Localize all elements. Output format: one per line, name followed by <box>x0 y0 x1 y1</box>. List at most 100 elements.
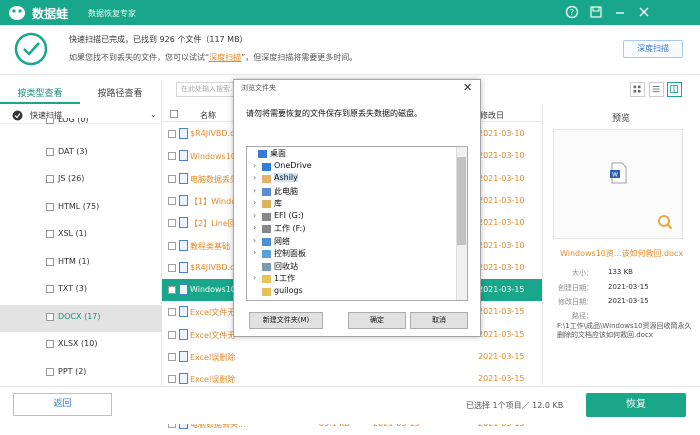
folder-tree-item[interactable]: › 工作 (F:) <box>249 223 454 235</box>
checkbox[interactable] <box>46 285 54 293</box>
checkbox[interactable] <box>46 367 54 376</box>
folder-tree-item[interactable]: 桌面 <box>249 148 454 160</box>
checkbox[interactable] <box>46 257 54 266</box>
expand-arrow-icon[interactable]: › <box>253 273 256 282</box>
detail-view-icon[interactable] <box>667 82 682 97</box>
select-all-checkbox[interactable] <box>170 110 178 118</box>
ok-button[interactable]: 确定 <box>348 312 406 329</box>
expand-arrow-icon[interactable]: › <box>253 186 256 195</box>
expand-arrow-icon[interactable]: › <box>253 198 256 207</box>
file-icon <box>179 194 188 206</box>
file-type-item[interactable]: PPT (2) <box>0 360 161 387</box>
file-icon <box>179 239 188 251</box>
recover-button[interactable]: 恢复 <box>586 393 686 417</box>
file-icon <box>179 150 188 162</box>
folder-label: 控制面板 <box>274 249 306 258</box>
file-type-item[interactable]: HTM (1) <box>0 250 161 277</box>
file-icon <box>179 217 188 229</box>
folder-label: 1工作 <box>274 274 296 283</box>
file-type-label: HTML (75) <box>58 201 100 211</box>
grid-view-icon[interactable] <box>630 82 645 97</box>
scan-result-text: 快速扫描已完成，已找到 926 个文件（117 MB） <box>69 35 248 44</box>
file-name: 电脑数据丢失 <box>190 174 238 184</box>
new-folder-button[interactable]: 新建文件夹(M) <box>249 312 323 329</box>
expand-arrow-icon[interactable]: › <box>253 211 256 220</box>
expand-arrow-icon[interactable]: › <box>253 248 256 257</box>
folder-tree-item[interactable]: › EFI (G:) <box>249 211 454 223</box>
checkbox[interactable] <box>46 202 54 211</box>
scrollbar-thumb[interactable] <box>457 157 466 245</box>
dialog-close-icon[interactable]: ✕ <box>463 81 472 94</box>
folder-tree-item[interactable]: › 库 <box>249 198 454 210</box>
row-checkbox[interactable] <box>168 375 176 384</box>
check-circle-icon <box>14 32 48 66</box>
file-modified: 2021-03-10 <box>478 240 525 250</box>
app-name: 数据蛙 <box>32 7 69 21</box>
svg-text:W: W <box>612 172 618 179</box>
modified-label: 修改日期： <box>558 298 593 306</box>
checkbox[interactable] <box>46 230 54 238</box>
row-checkbox[interactable] <box>168 353 176 361</box>
zoom-icon[interactable] <box>657 214 673 230</box>
file-type-item[interactable]: TXT (3) <box>0 277 161 304</box>
close-icon[interactable] <box>637 5 651 19</box>
folder-tree-item[interactable]: 回收站 <box>249 261 454 273</box>
expand-arrow-icon[interactable]: › <box>253 236 256 245</box>
row-checkbox[interactable] <box>168 174 176 183</box>
row-checkbox[interactable] <box>168 152 176 161</box>
folder-tree-item[interactable]: guilogs <box>249 286 454 298</box>
list-view-icon[interactable] <box>649 82 664 97</box>
column-modified[interactable]: 修改日 <box>480 110 504 121</box>
folder-tree-item[interactable]: › Ashily <box>249 173 454 185</box>
file-type-item[interactable]: DOCX (17) <box>0 304 161 332</box>
row-checkbox[interactable] <box>168 241 176 250</box>
help-icon[interactable]: ? <box>565 5 579 19</box>
row-checkbox[interactable] <box>168 196 176 205</box>
folder-tree-item[interactable]: › OneDrive <box>249 161 454 173</box>
minimize-icon[interactable] <box>613 5 627 19</box>
file-type-item[interactable]: DAT (3) <box>0 140 161 167</box>
folder-tree-item[interactable]: › 网络 <box>249 236 454 248</box>
word-document-icon: W <box>610 162 627 184</box>
row-checkbox[interactable] <box>168 263 176 272</box>
row-checkbox[interactable] <box>168 308 176 317</box>
checkbox[interactable] <box>46 312 54 321</box>
folder-label: 此电脑 <box>274 186 298 196</box>
row-checkbox[interactable] <box>168 130 176 138</box>
folder-label: 桌面 <box>270 149 286 158</box>
file-type-item[interactable]: LOG (0) <box>0 118 161 132</box>
row-checkbox[interactable] <box>168 219 176 228</box>
row-checkbox[interactable] <box>168 330 176 339</box>
file-icon <box>179 261 188 273</box>
cancel-button[interactable]: 取消 <box>410 312 468 329</box>
file-modified: 2021-03-15 <box>478 374 525 384</box>
back-button[interactable]: 返回 <box>13 393 112 416</box>
folder-tree-item[interactable]: › 此电脑 <box>249 186 454 198</box>
file-type-item[interactable]: JS (26) <box>0 167 161 194</box>
tab-by-type[interactable]: 按类型查看 <box>0 84 80 104</box>
row-checkbox[interactable] <box>168 286 176 295</box>
deep-scan-button[interactable]: 深度扫描 <box>623 40 683 58</box>
folder-tree-item[interactable]: › 1工作 <box>249 273 454 285</box>
folder-label: 网络 <box>274 236 290 246</box>
checkbox[interactable] <box>46 147 54 156</box>
folder-label: guilogs <box>274 285 303 295</box>
file-modified: 2021-03-10 <box>478 151 525 161</box>
file-type-item[interactable]: HTML (75) <box>0 195 161 222</box>
checkbox[interactable] <box>46 118 54 124</box>
expand-arrow-icon[interactable]: › <box>253 223 256 232</box>
file-type-label: XLSX (10) <box>58 339 98 348</box>
checkbox[interactable] <box>46 340 54 348</box>
tab-by-path[interactable]: 按路径查看 <box>80 84 160 104</box>
file-row[interactable]: Excel误删除 2021-03-15 <box>162 346 542 368</box>
expand-arrow-icon[interactable]: › <box>253 173 256 182</box>
checkbox[interactable] <box>46 175 54 183</box>
column-name[interactable]: 名称 <box>200 110 216 121</box>
folder-tree-item[interactable]: › 控制面板 <box>249 248 454 260</box>
file-type-item[interactable]: XSL (1) <box>0 222 161 249</box>
save-icon[interactable] <box>589 5 603 19</box>
deep-scan-link[interactable]: 深度扫描 <box>209 53 241 62</box>
folder-tree[interactable]: 桌面 › OneDrive › Ashily › 此电脑 › 库 › EFI (G:) › 工作 (F:… <box>246 146 468 301</box>
file-type-item[interactable]: XLSX (10) <box>0 332 161 359</box>
expand-arrow-icon[interactable]: › <box>253 161 256 170</box>
